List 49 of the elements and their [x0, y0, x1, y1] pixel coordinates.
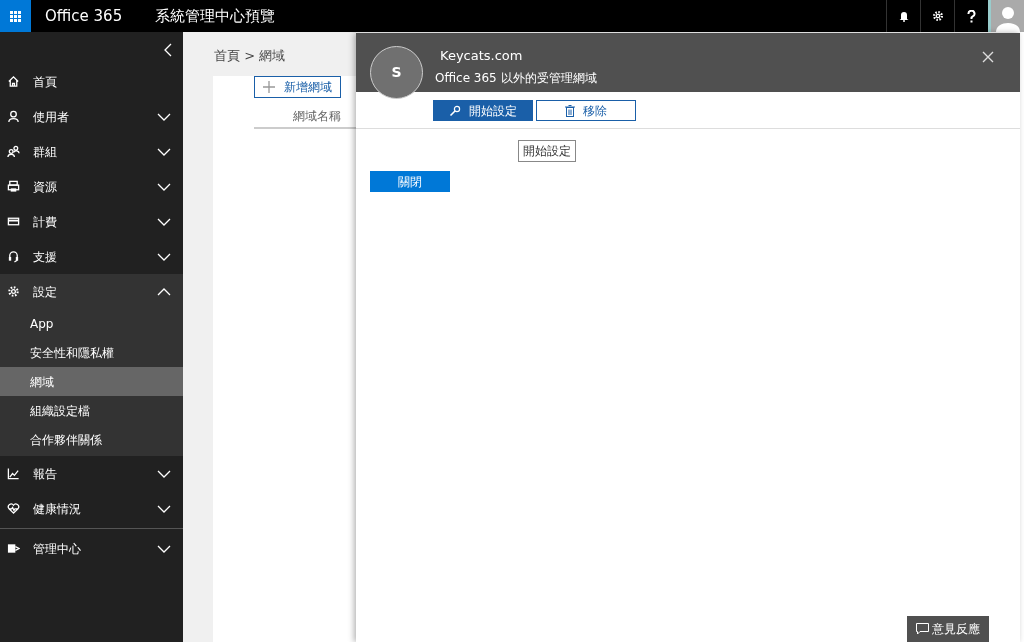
grid-icon [10, 10, 21, 22]
heart-icon [6, 502, 20, 515]
settings-icon [931, 10, 944, 22]
app-icon [6, 542, 20, 555]
home-icon [6, 75, 20, 88]
bell-icon [898, 10, 909, 22]
sidebar-item[interactable]: 報告 [0, 456, 183, 491]
card-icon [6, 215, 20, 228]
sidebar-subitem[interactable]: 安全性和隱私權 [0, 338, 183, 367]
sidebar-item[interactable]: 設定 [0, 274, 183, 309]
setup-button[interactable]: 開始設定 [433, 100, 533, 121]
sidebar-item[interactable]: 首頁 [0, 64, 183, 99]
chart-icon [6, 467, 20, 480]
page-title: 系統管理中心預覽 [155, 5, 276, 27]
panel-subtitle: Office 365 以外的受管理網域 [435, 69, 597, 87]
remove-button[interactable]: 移除 [536, 100, 636, 121]
settings-icon [6, 285, 20, 298]
column-header: 網域名稱 [293, 107, 341, 125]
sidebar-subitem[interactable]: App [0, 309, 183, 338]
sidebar-item[interactable]: 使用者 [0, 99, 183, 134]
sidebar-subitem[interactable]: 網域 [0, 367, 183, 396]
sidebar-item[interactable]: 支援 [0, 239, 183, 274]
sidebar-item[interactable]: 管理中心 [0, 531, 183, 566]
plus-icon [263, 80, 275, 93]
headset-icon [6, 250, 20, 263]
avatar-circle: S [370, 46, 423, 99]
speech-bubble-icon [916, 623, 929, 635]
close-icon [982, 50, 994, 63]
sidebar-item[interactable]: 資源 [0, 169, 183, 204]
panel-title: Keycats.com [440, 47, 524, 65]
person-icon [6, 110, 20, 123]
printer-icon [6, 180, 20, 193]
close-panel-button[interactable]: 關閉 [370, 171, 450, 192]
feedback-button[interactable]: 意見反應 [907, 616, 989, 642]
trash-icon [565, 104, 575, 117]
sidebar-item[interactable]: 計費 [0, 204, 183, 239]
sidebar-subitem[interactable]: 合作夥伴關係 [0, 425, 183, 454]
sidebar-item[interactable]: 健康情況 [0, 491, 183, 526]
tooltip: 開始設定 [518, 140, 576, 162]
person-icon [993, 4, 1022, 32]
add-domain-button[interactable]: 新增網域 [254, 75, 341, 98]
people-icon [6, 145, 20, 158]
chevron-left-icon [164, 42, 172, 57]
app-launcher-button[interactable] [0, 0, 31, 32]
help-icon [967, 9, 976, 23]
sidebar-item[interactable]: 群組 [0, 134, 183, 169]
sidebar-subitem[interactable]: 組織設定檔 [0, 396, 183, 425]
breadcrumb-text: 首頁 > 網域 [213, 47, 287, 65]
app-title: Office 365 [45, 5, 123, 27]
